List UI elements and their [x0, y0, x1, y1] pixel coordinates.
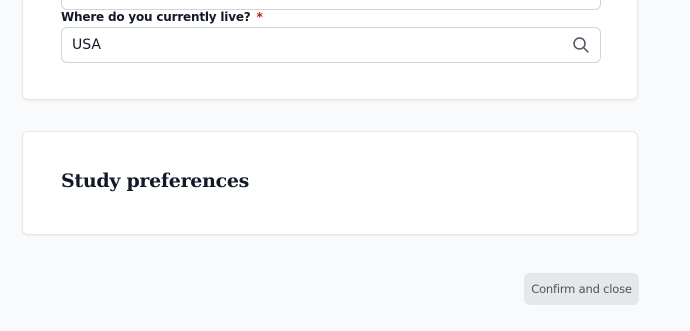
residence-label: Where do you currently live? * [61, 10, 263, 24]
required-marker: * [256, 10, 263, 24]
location-card: Where do you currently live? * USA [22, 0, 638, 100]
confirm-and-close-button[interactable]: Confirm and close [524, 273, 639, 305]
search-icon-svg [573, 37, 589, 53]
study-preferences-card: Study preferences [22, 131, 638, 235]
residence-value: USA [72, 37, 101, 53]
residence-select[interactable]: USA [61, 27, 601, 63]
search-icon[interactable] [572, 36, 590, 54]
study-preferences-title: Study preferences [61, 170, 250, 192]
previous-field-input[interactable] [61, 0, 601, 10]
residence-label-text: Where do you currently live? [61, 10, 251, 24]
